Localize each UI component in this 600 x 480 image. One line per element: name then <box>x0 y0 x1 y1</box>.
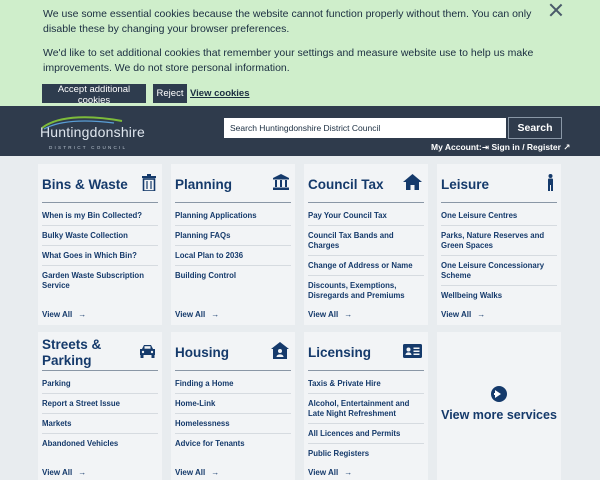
arrow-right-icon: → <box>344 468 353 477</box>
card-title: Streets & Parking <box>42 337 102 368</box>
trash-icon <box>142 174 156 191</box>
list-item[interactable]: Building Control <box>175 266 291 285</box>
card-title: Housing <box>175 345 229 360</box>
view-more-services-card[interactable]: View more services <box>437 332 561 480</box>
list-item[interactable]: Alcohol, Entertainment and Late Night Re… <box>308 394 424 424</box>
view-all-link[interactable]: View All → <box>308 310 352 319</box>
card-title: Leisure <box>441 177 490 192</box>
list-item[interactable]: Bulky Waste Collection <box>42 226 158 246</box>
list-item[interactable]: Planning FAQs <box>175 226 291 246</box>
card-link-list: Planning Applications Planning FAQs Loca… <box>175 206 291 285</box>
list-item[interactable]: Parking <box>42 374 158 394</box>
card-link-list: One Leisure Centres Parks, Nature Reserv… <box>441 206 557 305</box>
home-icon <box>403 174 422 190</box>
arrow-right-icon: → <box>211 468 220 477</box>
card-licensing: Licensing Taxis & Private Hire Alcohol, … <box>304 332 428 480</box>
reject-cookies-button[interactable]: Reject <box>153 84 187 103</box>
arrow-right-icon: → <box>344 310 353 319</box>
card-planning: Planning Planning Applications Planning … <box>171 164 295 325</box>
card-streets-parking: Streets & Parking Parking Report a Stree… <box>38 332 162 480</box>
list-item[interactable]: Report a Street Issue <box>42 394 158 414</box>
arrow-right-icon: → <box>78 310 87 319</box>
card-link-list: Pay Your Council Tax Council Tax Bands a… <box>308 206 424 305</box>
my-account-label: My Account: <box>431 142 482 152</box>
view-all-link[interactable]: View All → <box>175 468 219 477</box>
card-title: Licensing <box>308 345 372 360</box>
cookie-text-additional: We'd like to set additional cookies that… <box>43 47 534 74</box>
list-item[interactable]: Wellbeing Walks <box>441 286 557 305</box>
car-icon <box>140 345 155 358</box>
card-housing: Housing Finding a Home Home-Link Homeles… <box>171 332 295 480</box>
council-logo[interactable]: Huntingdonshire DISTRICT COUNCIL <box>40 116 150 152</box>
search-input[interactable]: Search Huntingdonshire District Council <box>224 118 506 138</box>
list-item[interactable]: Home-Link <box>175 394 291 414</box>
card-title: Planning <box>175 177 232 192</box>
card-link-list: When is my Bin Collected? Bulky Waste Co… <box>42 206 158 295</box>
list-item[interactable]: All Licences and Permits <box>308 424 424 444</box>
list-item[interactable]: Change of Address or Name <box>308 256 424 276</box>
list-item[interactable]: Local Plan to 2036 <box>175 246 291 266</box>
view-more-services-label: View more services <box>441 408 557 422</box>
list-item[interactable]: Markets <box>42 414 158 434</box>
logo-text: Huntingdonshire <box>40 124 145 140</box>
accept-cookies-button[interactable]: Accept additional cookies <box>42 84 146 106</box>
list-item[interactable]: Homelessness <box>175 414 291 434</box>
card-council-tax: Council Tax Pay Your Council Tax Council… <box>304 164 428 325</box>
card-bins-waste: Bins & Waste When is my Bin Collected? B… <box>38 164 162 325</box>
list-item[interactable]: What Goes in Which Bin? <box>42 246 158 266</box>
person-icon <box>548 174 553 191</box>
list-item[interactable]: Garden Waste Subscription Service <box>42 266 158 295</box>
close-icon[interactable] <box>549 3 563 17</box>
list-item[interactable]: Advice for Tenants <box>175 434 291 453</box>
building-icon <box>273 174 289 190</box>
card-title: Council Tax <box>308 177 384 192</box>
list-item[interactable]: Public Registers <box>308 444 424 463</box>
view-all-link[interactable]: View All → <box>175 310 219 319</box>
list-item[interactable]: Discounts, Exemptions, Disregards and Pr… <box>308 276 424 305</box>
house-user-icon <box>271 342 289 359</box>
arrow-right-icon: → <box>78 468 87 477</box>
arrow-right-icon: → <box>211 310 220 319</box>
card-leisure: Leisure One Leisure Centres Parks, Natur… <box>437 164 561 325</box>
list-item[interactable]: Planning Applications <box>175 206 291 226</box>
sign-in-link[interactable]: ⇥ Sign in / Register ↗ <box>482 142 570 153</box>
view-all-link[interactable]: View All → <box>42 310 86 319</box>
logo-subtext: DISTRICT COUNCIL <box>49 145 128 150</box>
view-cookies-link[interactable]: View cookies <box>190 88 250 99</box>
card-link-list: Finding a Home Home-Link Homelessness Ad… <box>175 374 291 453</box>
list-item[interactable]: One Leisure Centres <box>441 206 557 226</box>
id-card-icon <box>403 344 422 358</box>
arrow-right-icon: → <box>477 310 486 319</box>
list-item[interactable]: When is my Bin Collected? <box>42 206 158 226</box>
cookie-banner: We use some essential cookies because th… <box>0 0 600 106</box>
card-link-list: Taxis & Private Hire Alcohol, Entertainm… <box>308 374 424 463</box>
list-item[interactable]: Council Tax Bands and Charges <box>308 226 424 256</box>
list-item[interactable]: Parks, Nature Reserves and Green Spaces <box>441 226 557 256</box>
card-link-list: Parking Report a Street Issue Markets Ab… <box>42 374 158 453</box>
arrow-circle-right-icon <box>491 386 507 402</box>
list-item[interactable]: One Leisure Concessionary Scheme <box>441 256 557 286</box>
list-item[interactable]: Pay Your Council Tax <box>308 206 424 226</box>
cookie-text-essential: We use some essential cookies because th… <box>43 8 532 35</box>
list-item[interactable]: Taxis & Private Hire <box>308 374 424 394</box>
list-item[interactable]: Finding a Home <box>175 374 291 394</box>
view-all-link[interactable]: View All → <box>441 310 485 319</box>
view-all-link[interactable]: View All → <box>42 468 86 477</box>
view-all-link[interactable]: View All → <box>308 468 352 477</box>
list-item[interactable]: Abandoned Vehicles <box>42 434 158 453</box>
card-title: Bins & Waste <box>42 177 128 192</box>
sign-in-icon: ⇥ <box>482 142 490 152</box>
search-button[interactable]: Search <box>508 117 562 139</box>
external-link-icon: ↗ <box>563 142 571 152</box>
